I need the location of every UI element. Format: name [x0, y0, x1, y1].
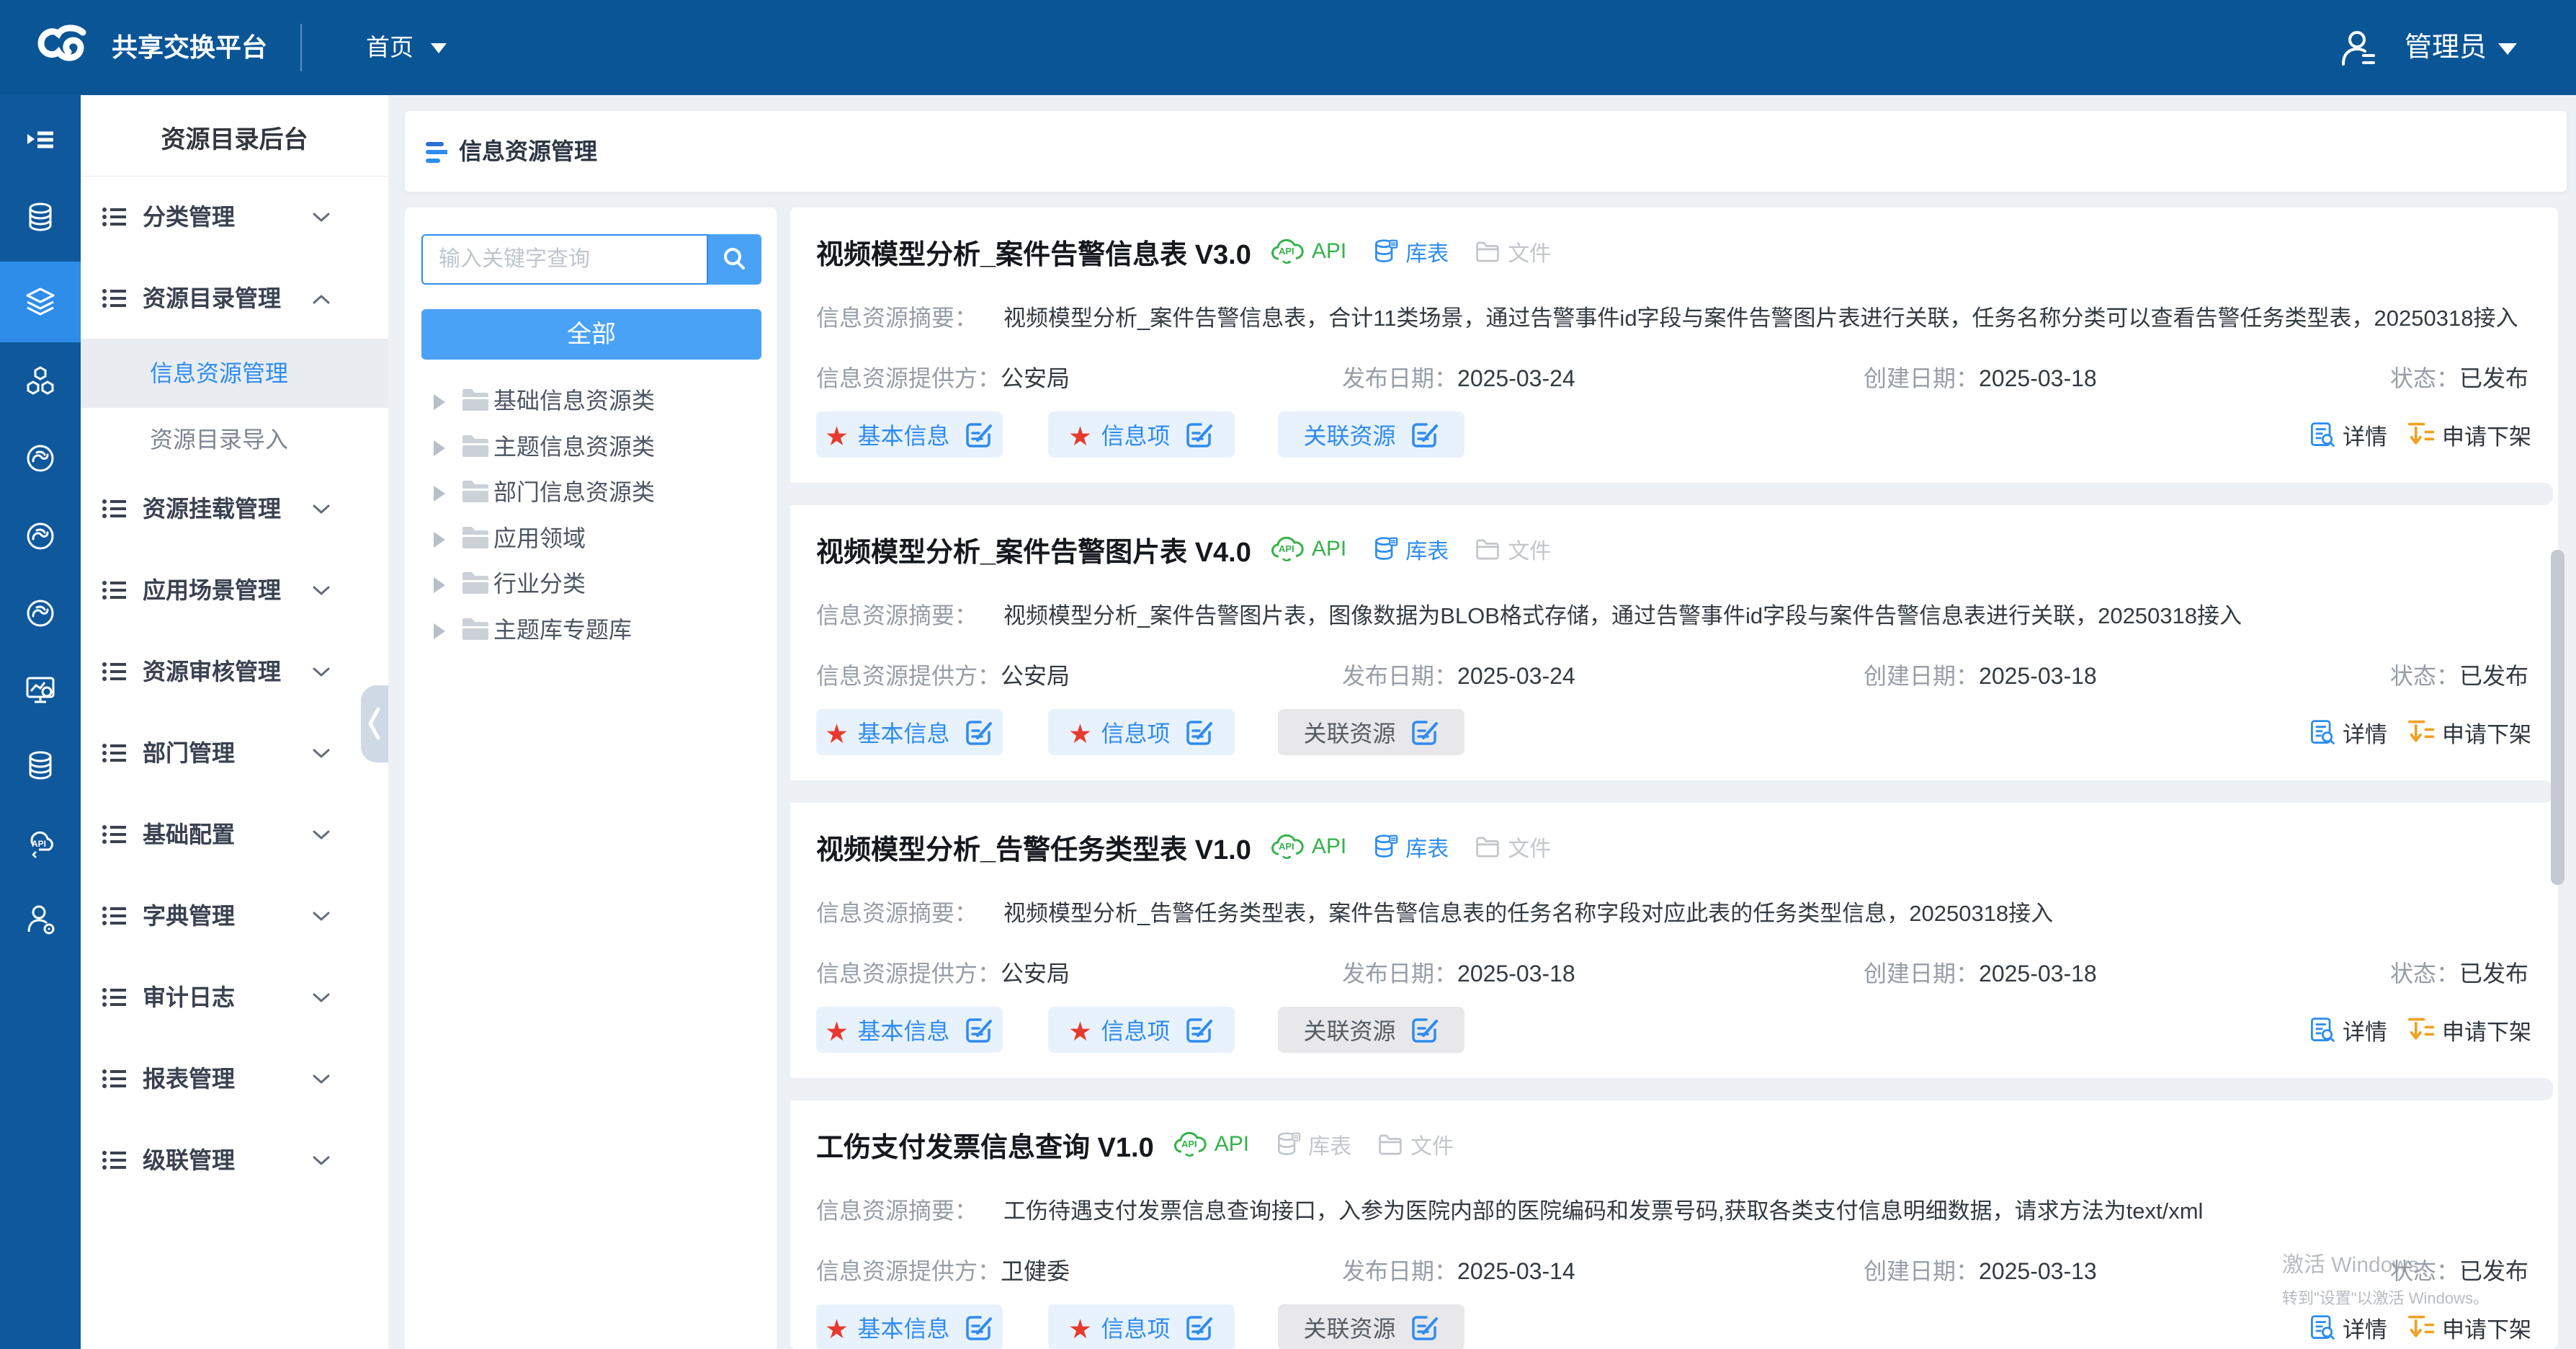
svg-text:API: API [1279, 841, 1294, 852]
svg-text:API: API [32, 839, 46, 849]
svg-text:API: API [1279, 246, 1294, 257]
svg-text:API: API [1279, 543, 1294, 554]
svg-text:API: API [1181, 1139, 1197, 1149]
